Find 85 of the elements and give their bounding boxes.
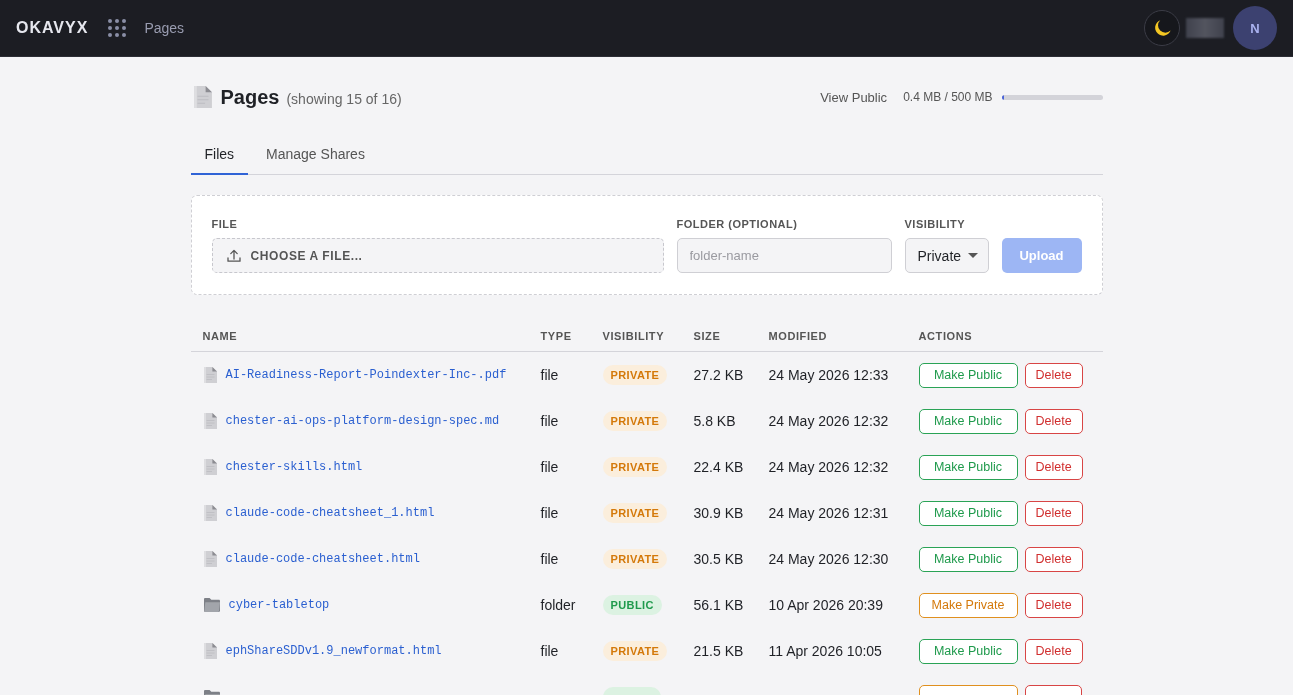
make-public-button[interactable]: Make Public <box>918 454 1018 480</box>
size-text: 30.9 KB <box>693 505 744 521</box>
type-text: file <box>540 643 559 659</box>
modified-date-text: 10 Apr 2026 20:39 <box>768 597 883 613</box>
make-public-button[interactable]: Make Public <box>918 546 1018 572</box>
item-count-text: (showing 15 of 16) <box>286 90 402 107</box>
apps-menu-button[interactable] <box>108 19 127 37</box>
view-public-link[interactable]: View Public <box>820 89 888 105</box>
visibility-badge: PRIVATE <box>602 411 668 432</box>
storage-usage-text: 0.4 MB / 500 MB <box>903 90 993 104</box>
size-text: 5.8 KB <box>693 413 736 429</box>
tab[interactable]: Manage Shares <box>252 135 379 175</box>
document-icon <box>203 551 217 567</box>
blurred-block <box>1186 18 1224 38</box>
visibility-badge: PRIVATE <box>602 365 668 386</box>
column-header: ACTIONS <box>918 329 973 342</box>
field-label: VISIBILITY <box>904 218 966 230</box>
delete-button[interactable]: Delete <box>1024 362 1083 388</box>
visibility-select[interactable]: Private <box>904 238 989 273</box>
delete-button[interactable]: Delete <box>1024 546 1083 572</box>
column-header: VISIBILITY <box>602 329 665 342</box>
section-title: Pages <box>144 20 185 36</box>
modified-date-text: 24 May 2026 12:30 <box>768 551 889 567</box>
column-header: NAME <box>202 329 238 342</box>
file-picker-field[interactable]: CHOOSE A FILE... <box>211 238 664 273</box>
type-text: file <box>540 505 559 521</box>
field-label: FILE <box>211 218 238 230</box>
size-text: 56.1 KB <box>693 597 744 613</box>
file-name-link[interactable]: chester-skills.html <box>225 458 363 476</box>
delete-button[interactable]: Delete <box>1024 500 1083 526</box>
visibility-badge: PRIVATE <box>602 503 668 524</box>
page-title: Pages <box>220 85 280 109</box>
make-public-button[interactable]: Make Public <box>918 638 1018 664</box>
file-name-link[interactable]: AI-Readiness-Report-Poindexter-Inc-.pdf <box>225 366 507 384</box>
file-name-link[interactable]: ephShareSDDv1.9_newformat.html <box>225 642 442 660</box>
tab[interactable]: Files <box>190 135 249 175</box>
file-name-link[interactable]: claude-code-cheatsheet_1.html <box>225 504 435 522</box>
make-public-button[interactable]: Make Public <box>918 408 1018 434</box>
upload-icon <box>226 248 241 263</box>
make-public-button[interactable]: Make Public <box>918 500 1018 526</box>
size-text: 30.5 KB <box>693 551 744 567</box>
delete-button[interactable]: Delete <box>1024 592 1083 618</box>
type-text: folder <box>540 597 576 613</box>
document-icon <box>203 459 217 475</box>
type-text: file <box>540 413 559 429</box>
visibility-badge: PRIVATE <box>602 457 668 478</box>
modified-date-text: 24 May 2026 12:33 <box>768 367 889 383</box>
folder-name-link[interactable]: cyber-tabletop <box>228 596 330 614</box>
field-label: FOLDER (OPTIONAL) <box>676 218 798 230</box>
file-name-link[interactable]: chester-ai-ops-platform-design-spec.md <box>225 412 500 430</box>
size-text: 22.4 KB <box>693 459 744 475</box>
logo: OKAVYX <box>16 19 89 37</box>
visibility-badge: PUBLIC <box>602 595 662 616</box>
document-icon <box>203 367 217 383</box>
delete-button[interactable]: Delete <box>1024 454 1083 480</box>
make-private-button[interactable]: Make Private <box>918 592 1018 618</box>
delete-button[interactable]: Delete <box>1024 408 1083 434</box>
file-name-link[interactable]: claude-code-cheatsheet.html <box>225 550 420 568</box>
folder-icon <box>203 598 220 612</box>
document-icon <box>192 86 213 108</box>
theme-toggle-button[interactable] <box>1144 10 1180 46</box>
modified-date-text: 11 Apr 2026 10:05 <box>768 643 882 659</box>
document-icon <box>203 505 217 521</box>
type-text: file <box>540 367 559 383</box>
folder-input[interactable]: folder-name <box>676 238 892 273</box>
document-icon <box>203 413 217 429</box>
modified-date-text: 24 May 2026 12:31 <box>768 505 889 521</box>
column-header: SIZE <box>693 329 721 342</box>
modified-date-text: 24 May 2026 12:32 <box>768 459 889 475</box>
make-public-button[interactable]: Make Public <box>918 362 1018 388</box>
caret-icon <box>967 253 978 258</box>
column-header: MODIFIED <box>768 329 828 342</box>
moon-icon <box>1152 18 1172 38</box>
avatar-button[interactable]: N <box>1233 6 1277 50</box>
type-text: file <box>540 459 559 475</box>
visibility-badge: PRIVATE <box>602 549 668 570</box>
size-text: 21.5 KB <box>693 643 744 659</box>
size-text: 27.2 KB <box>693 367 744 383</box>
column-header: TYPE <box>540 329 572 342</box>
delete-button[interactable]: Delete <box>1024 638 1083 664</box>
modified-date-text: 24 May 2026 12:32 <box>768 413 889 429</box>
document-icon <box>203 643 217 659</box>
apps-grid-icon <box>108 19 127 37</box>
visibility-badge: PRIVATE <box>602 641 668 662</box>
type-text: file <box>540 551 559 567</box>
